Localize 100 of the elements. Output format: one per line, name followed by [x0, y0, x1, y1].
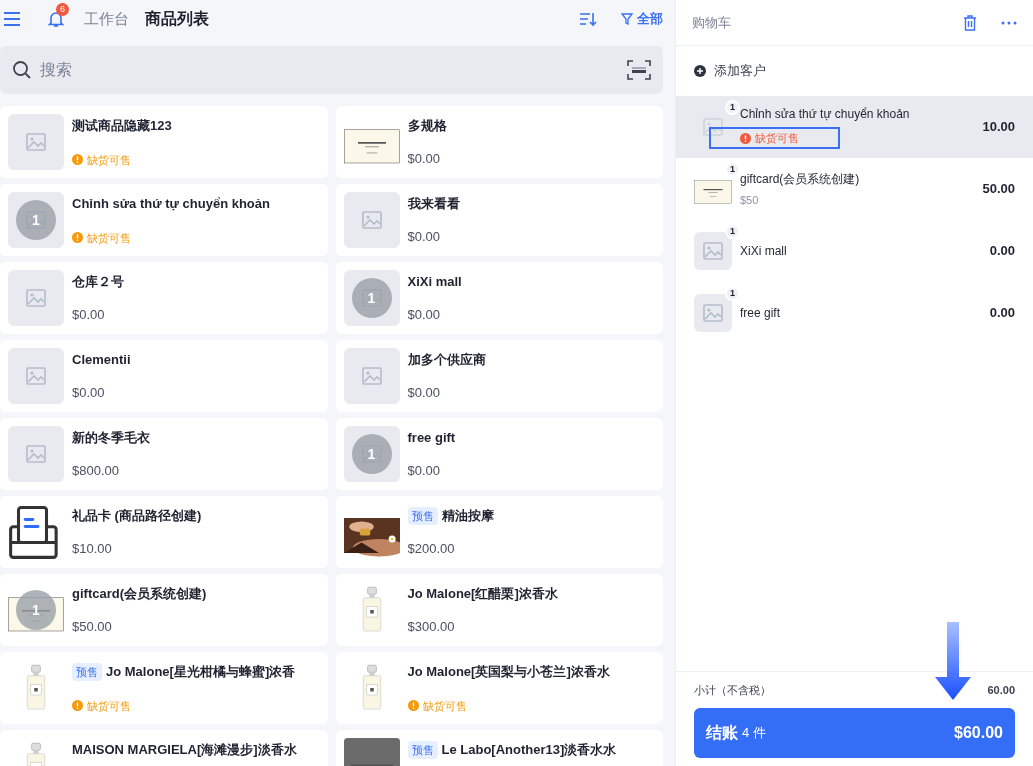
- count-badge: 1: [16, 590, 56, 630]
- warning-icon: [72, 154, 83, 166]
- product-card[interactable]: 1 XiXi mall $0.00: [335, 262, 663, 334]
- image-placeholder-icon: [361, 211, 382, 229]
- subtotal-value: 60.00: [987, 682, 1015, 698]
- checkout-button[interactable]: 结账 4 件 $60.00: [694, 708, 1015, 758]
- product-price: $800.00: [72, 461, 120, 480]
- search-bar[interactable]: 搜索: [0, 46, 663, 94]
- filter-icon: [621, 13, 633, 25]
- cart-item-name: giftcard(会员系统创建): [740, 170, 861, 188]
- cart-item-name: free gift: [740, 305, 782, 322]
- trash-icon[interactable]: [963, 14, 977, 31]
- warning-icon: [407, 700, 419, 712]
- product-name: Jo Malone[红醋栗]浓香水: [407, 585, 558, 603]
- cart-item-amount: 0.00: [989, 304, 1015, 323]
- cart-item-note: $50: [740, 192, 760, 208]
- quantity-badge: 1: [725, 286, 740, 301]
- product-price: $0.00: [407, 149, 442, 168]
- product-price: $0.00: [407, 227, 442, 246]
- stock-warning: 缺货可售: [87, 698, 131, 714]
- warning-icon: [72, 232, 83, 244]
- stock-warning: 缺货可售: [87, 230, 131, 246]
- page-title: 商品列表: [145, 9, 209, 29]
- product-card[interactable]: MAISON MARGIELA[海滩漫步]淡香水: [0, 730, 328, 766]
- notification-badge: 6: [56, 2, 69, 16]
- checkout-total: $60.00: [954, 723, 1003, 743]
- cart-item-amount: 50.00: [982, 180, 1015, 199]
- image-placeholder-icon: [703, 242, 723, 260]
- stock-warning: 缺货可售: [87, 152, 131, 168]
- stock-warning: 缺货可售: [422, 698, 467, 714]
- product-card[interactable]: 礼品卡 (商品路径创建) $10.00: [0, 496, 328, 568]
- product-card[interactable]: 预售 Jo Malone[星光柑橘与蜂蜜]浓香 缺货可售: [0, 652, 328, 724]
- cart-item[interactable]: 1 Chỉnh sửa thứ tự chuyển khoản 缺货可售 10.00: [676, 96, 1033, 158]
- plus-circle-icon: [694, 65, 706, 77]
- product-name: giftcard(会员系统创建): [72, 585, 207, 603]
- presale-tag: 预售: [407, 740, 438, 759]
- quantity-badge: 1: [725, 100, 740, 115]
- image-placeholder-icon: [361, 367, 382, 385]
- product-name: MAISON MARGIELA[海滩漫步]淡香水: [72, 741, 297, 759]
- presale-tag: 预售: [72, 662, 102, 681]
- subtotal-label: 小计（不含税）: [694, 682, 771, 698]
- product-name: Jo Malone[星光柑橘与蜂蜜]浓香: [106, 663, 296, 681]
- product-card[interactable]: 1 free gift $0.00: [335, 418, 663, 490]
- workbench-link[interactable]: 工作台: [84, 7, 129, 31]
- product-card[interactable]: 我来看看 $0.00: [335, 184, 663, 256]
- add-customer-button[interactable]: 添加客户: [676, 46, 1033, 96]
- quantity-badge: 1: [725, 162, 740, 177]
- image-placeholder-icon: [703, 304, 723, 322]
- product-name: Chỉnh sửa thứ tự chuyển khoản: [72, 195, 270, 213]
- cart-title: 购物车: [692, 13, 732, 32]
- product-card[interactable]: Clementii $0.00: [0, 340, 328, 412]
- image-placeholder-icon: [26, 133, 46, 151]
- product-price: $50.00: [72, 617, 113, 636]
- product-card[interactable]: 预售 Le Labo[Another13]淡香水水: [335, 730, 663, 766]
- product-name: 多规格: [407, 117, 447, 135]
- warning-icon: [72, 700, 83, 712]
- stock-warning: 缺货可售: [755, 130, 799, 146]
- product-card[interactable]: 多规格 $0.00: [335, 106, 663, 178]
- cart-item-amount: 10.00: [982, 118, 1015, 137]
- product-card[interactable]: 测试商品隐藏123 缺货可售: [0, 106, 328, 178]
- item-count: 4 件: [742, 724, 767, 743]
- product-price: $300.00: [407, 617, 456, 636]
- image-placeholder-icon: [26, 367, 46, 385]
- product-card[interactable]: 1 giftcard(会员系统创建) $50.00: [0, 574, 328, 646]
- product-name: 新的冬季毛衣: [72, 429, 150, 447]
- product-card[interactable]: Jo Malone[红醋栗]浓香水 $300.00: [335, 574, 663, 646]
- image-placeholder-icon: [703, 118, 723, 136]
- product-name: 加多个供应商: [407, 351, 486, 369]
- product-name: 礼品卡 (商品路径创建): [72, 507, 202, 525]
- product-price: $200.00: [407, 539, 456, 558]
- quantity-badge: 1: [725, 224, 740, 239]
- product-card[interactable]: 加多个供应商 $0.00: [335, 340, 663, 412]
- filter-button[interactable]: 全部: [621, 9, 663, 29]
- more-icon[interactable]: [1001, 20, 1017, 25]
- product-price: $0.00: [407, 305, 442, 324]
- search-field[interactable]: 搜索: [40, 58, 619, 82]
- product-card[interactable]: Jo Malone[英国梨与小苍兰]浓香水 缺货可售: [335, 652, 663, 724]
- product-name: Jo Malone[英国梨与小苍兰]浓香水: [407, 663, 610, 681]
- warning-icon: [740, 132, 751, 144]
- product-price: $0.00: [407, 461, 442, 480]
- product-name: 精油按摩: [441, 507, 494, 525]
- menu-icon[interactable]: [4, 12, 20, 26]
- barcode-scan-icon[interactable]: [627, 60, 651, 80]
- product-name: 测试商品隐藏123: [72, 117, 172, 135]
- cart-item-amount: 0.00: [989, 242, 1015, 261]
- product-card[interactable]: 仓库２号 $0.00: [0, 262, 328, 334]
- sort-icon[interactable]: [579, 11, 597, 27]
- image-placeholder-icon: [26, 289, 46, 307]
- product-card[interactable]: 新的冬季毛衣 $800.00: [0, 418, 328, 490]
- product-price: $0.00: [72, 383, 106, 402]
- product-price: $0.00: [407, 383, 442, 402]
- product-price: $0.00: [72, 305, 106, 324]
- product-name: XiXi mall: [407, 273, 462, 291]
- cart-item-name: XiXi mall: [740, 243, 788, 260]
- notification-bell-icon[interactable]: [48, 10, 64, 28]
- product-card[interactable]: 预售 精油按摩 $200.00: [335, 496, 663, 568]
- cart-item-name: Chỉnh sửa thứ tự chuyển khoản: [740, 105, 911, 123]
- image-placeholder-icon: [26, 445, 46, 463]
- presale-tag: 预售: [407, 506, 438, 525]
- product-card[interactable]: 1 Chỉnh sửa thứ tự chuyển khoản 缺货可售: [0, 184, 328, 256]
